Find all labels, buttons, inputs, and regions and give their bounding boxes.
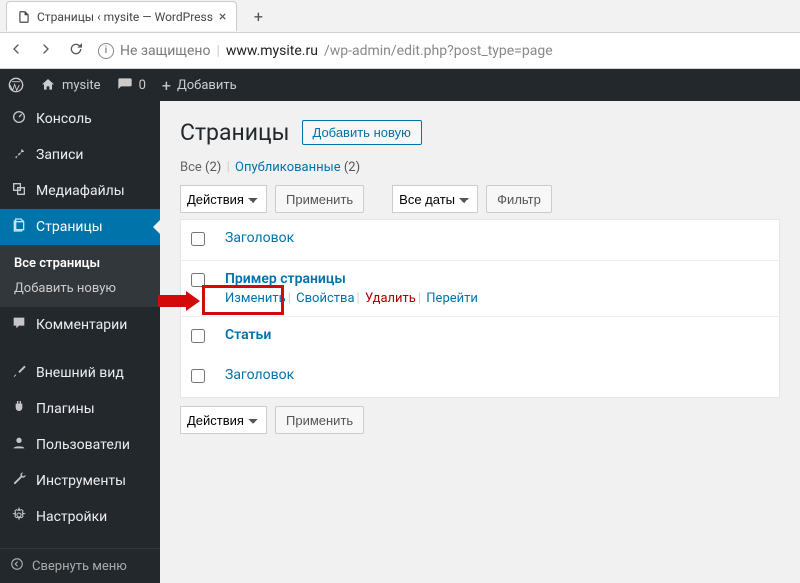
forward-icon[interactable]: [38, 41, 54, 61]
apply-button-bottom[interactable]: Применить: [275, 406, 364, 434]
plug-icon: [10, 399, 28, 419]
add-new-page-button[interactable]: Добавить новую: [302, 120, 422, 145]
tablenav-top: Действия Применить Все даты Фильтр: [180, 185, 780, 213]
table-row: Статьи: [181, 317, 780, 358]
pages-icon: [10, 217, 28, 237]
sidebar-submenu-pages: Все страницы Добавить новую: [0, 245, 160, 307]
quick-edit-link[interactable]: Свойства: [296, 291, 354, 306]
add-new-link[interactable]: + Добавить: [162, 76, 237, 95]
collapse-icon: [10, 557, 24, 575]
pages-table: Заголовок Пример страницы Изменить| Свой…: [180, 219, 780, 398]
sidebar-label: Плагины: [36, 401, 95, 417]
row-checkbox[interactable]: [191, 273, 205, 287]
filter-all-label[interactable]: Все: [180, 160, 202, 175]
site-link[interactable]: mysite: [40, 77, 101, 93]
browser-tab-strip: Страницы ‹ mysite — WordPress × +: [0, 0, 800, 33]
admin-sidebar: Консоль Записи Медиафайлы Страницы Все с…: [0, 101, 160, 583]
sidebar-label: Пользователи: [36, 437, 130, 453]
sidebar-item-posts[interactable]: Записи: [0, 137, 160, 173]
sidebar-label: Инструменты: [36, 473, 126, 489]
sidebar-label: Страницы: [36, 219, 103, 235]
sidebar-label: Консоль: [36, 111, 92, 127]
url-path: /wp-admin/edit.php?post_type=page: [324, 43, 553, 59]
back-icon[interactable]: [8, 41, 24, 61]
row-actions: Изменить| Свойства| Удалить| Перейти: [225, 291, 769, 306]
media-icon: [10, 181, 28, 201]
wp-admin-bar: mysite 0 + Добавить: [0, 69, 800, 101]
sidebar-label: Записи: [36, 147, 84, 163]
sidebar-label: Внешний вид: [36, 365, 124, 381]
user-icon: [10, 435, 28, 455]
sidebar-item-tools[interactable]: Инструменты: [0, 463, 160, 499]
date-filter-select[interactable]: Все даты: [392, 185, 478, 213]
wp-logo[interactable]: [8, 77, 24, 93]
browser-address-bar: i Не защищено | www.mysite.ru/wp-admin/e…: [0, 33, 800, 69]
bulk-actions-select[interactable]: Действия: [180, 185, 267, 213]
filter-published[interactable]: Опубликованные: [235, 160, 341, 175]
sidebar-item-dashboard[interactable]: Консоль: [0, 101, 160, 137]
submenu-all-pages[interactable]: Все страницы: [0, 251, 160, 276]
content-area: Страницы Добавить новую Все (2) | Опубли…: [160, 101, 800, 583]
sidebar-item-plugins[interactable]: Плагины: [0, 391, 160, 427]
row-title-link[interactable]: Статьи: [225, 327, 271, 343]
apply-button-top[interactable]: Применить: [275, 185, 364, 213]
bulk-actions-select-bottom[interactable]: Действия: [180, 406, 267, 434]
filter-button[interactable]: Фильтр: [486, 185, 552, 213]
edit-link[interactable]: Изменить: [225, 291, 286, 306]
wrench-icon: [10, 471, 28, 491]
brush-icon: [10, 363, 28, 383]
select-all-bottom[interactable]: [191, 369, 205, 383]
add-new-label: Добавить: [177, 78, 237, 93]
collapse-menu[interactable]: Свернуть меню: [0, 548, 160, 583]
filter-published-count: (2): [344, 160, 360, 175]
sidebar-label: Настройки: [36, 509, 107, 525]
sidebar-item-users[interactable]: Пользователи: [0, 427, 160, 463]
col-title-header[interactable]: Заголовок: [225, 230, 294, 246]
comment-icon: [10, 315, 28, 335]
table-row: Пример страницы Изменить| Свойства| Удал…: [181, 261, 780, 317]
not-secure-label: Не защищено: [120, 43, 210, 59]
sidebar-item-comments[interactable]: Комментарии: [0, 307, 160, 343]
select-all-top[interactable]: [191, 232, 205, 246]
sidebar-item-settings[interactable]: Настройки: [0, 499, 160, 535]
submenu-add-page[interactable]: Добавить новую: [0, 276, 160, 301]
comments-link[interactable]: 0: [117, 77, 146, 93]
sidebar-label: Медиафайлы: [36, 183, 125, 199]
settings-icon: [10, 507, 28, 527]
dashboard-icon: [10, 109, 28, 129]
collapse-label: Свернуть меню: [32, 559, 127, 574]
close-tab-icon[interactable]: ×: [219, 9, 226, 25]
comments-count: 0: [139, 78, 146, 93]
page-title: Страницы: [180, 119, 290, 146]
tab-title: Страницы ‹ mysite — WordPress: [37, 10, 213, 24]
browser-tab[interactable]: Страницы ‹ mysite — WordPress ×: [6, 1, 237, 31]
site-name: mysite: [62, 78, 101, 93]
url-host: www.mysite.ru: [226, 43, 318, 59]
tablenav-bottom: Действия Применить: [180, 406, 780, 434]
row-title-link[interactable]: Пример страницы: [225, 271, 346, 287]
url-field[interactable]: i Не защищено | www.mysite.ru/wp-admin/e…: [98, 43, 792, 59]
status-filters: Все (2) | Опубликованные (2): [180, 160, 780, 175]
new-tab-button[interactable]: +: [245, 3, 271, 29]
col-title-footer[interactable]: Заголовок: [225, 367, 294, 383]
filter-all-count: (2): [205, 160, 221, 175]
pin-icon: [10, 145, 28, 165]
row-checkbox[interactable]: [191, 329, 205, 343]
sidebar-label: Комментарии: [36, 317, 127, 333]
sidebar-item-media[interactable]: Медиафайлы: [0, 173, 160, 209]
info-icon: i: [98, 43, 114, 59]
view-link[interactable]: Перейти: [426, 291, 478, 306]
sidebar-item-appearance[interactable]: Внешний вид: [0, 355, 160, 391]
reload-icon[interactable]: [68, 41, 84, 61]
favicon-page-icon: [17, 10, 31, 24]
trash-link[interactable]: Удалить: [365, 291, 416, 306]
sidebar-item-pages[interactable]: Страницы: [0, 209, 160, 245]
